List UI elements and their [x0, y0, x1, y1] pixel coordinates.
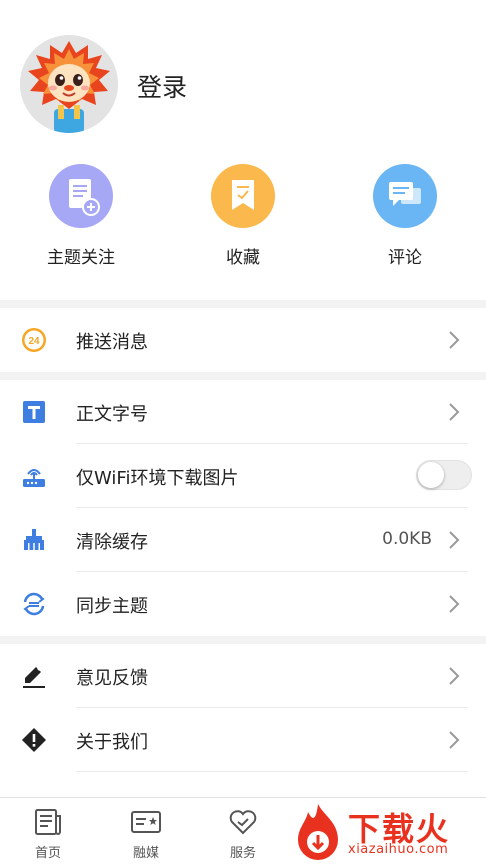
quick-action-favorites[interactable]: 收藏	[183, 160, 303, 268]
menu-row-label: 清除缓存	[76, 532, 148, 553]
tab-label: 融媒	[132, 846, 159, 861]
sync-icon	[23, 592, 45, 616]
menu-row-font-size[interactable]: 正文字号	[0, 380, 486, 444]
section-separator	[0, 300, 486, 308]
push-24-icon: 24	[22, 328, 46, 352]
menu-row-label: 意见反馈	[76, 668, 148, 689]
watermark-subtext: xiazaihuo.com	[348, 842, 449, 857]
bookmark-icon	[211, 164, 275, 228]
menu-row-wifi-only: 仅WiFi环境下载图片	[0, 444, 486, 508]
newspaper-icon	[35, 809, 61, 835]
chevron-right-icon	[449, 531, 460, 549]
menu-row-feedback[interactable]: 意见反馈	[0, 644, 486, 708]
quick-actions: 主题关注 收藏 评论	[0, 160, 486, 300]
media-card-icon	[131, 811, 161, 833]
router-icon	[23, 469, 45, 487]
quick-action-comments[interactable]: 评论	[345, 160, 465, 268]
svg-text:24: 24	[28, 336, 40, 347]
broom-icon	[24, 529, 44, 550]
tab-label: 服务	[229, 846, 256, 861]
quick-action-label: 评论	[388, 248, 422, 268]
chevron-right-icon	[449, 403, 460, 421]
menu-row-sync[interactable]: 同步主题	[0, 572, 486, 636]
quick-action-label: 收藏	[226, 248, 260, 268]
text-size-icon	[23, 401, 45, 423]
profile-header: 登录	[0, 0, 486, 140]
section-separator	[0, 636, 486, 644]
avatar[interactable]	[20, 35, 118, 133]
toggle-knob	[418, 462, 444, 488]
watermark-logo: 下载火 xiazaihuo.com	[286, 800, 486, 864]
menu-row-label: 同步主题	[76, 596, 148, 617]
tab-media[interactable]: 融媒	[111, 798, 181, 864]
heart-service-icon	[229, 810, 257, 835]
flame-logo-icon	[298, 804, 338, 860]
quick-action-label: 主题关注	[47, 248, 115, 268]
row-divider	[76, 771, 468, 772]
info-diamond-icon	[22, 728, 46, 752]
chevron-right-icon	[449, 731, 460, 749]
login-button[interactable]: 登录	[137, 68, 187, 104]
quick-action-subscriptions[interactable]: 主题关注	[21, 160, 141, 268]
menu-row-about[interactable]: 关于我们	[0, 708, 486, 772]
tab-home[interactable]: 首页	[13, 798, 83, 864]
chevron-right-icon	[449, 331, 460, 349]
menu-row-label: 仅WiFi环境下载图片	[76, 468, 239, 489]
lion-mascot-icon	[20, 35, 118, 133]
cache-size-value: 0.0KB	[382, 529, 432, 549]
pencil-icon	[23, 667, 45, 688]
tab-label: 首页	[34, 846, 61, 861]
menu-row-label: 正文字号	[76, 404, 148, 425]
menu-row-clear-cache[interactable]: 清除缓存 0.0KB	[0, 508, 486, 572]
menu-row-push[interactable]: 24 推送消息	[0, 308, 486, 372]
chevron-right-icon	[449, 595, 460, 613]
chat-bubble-icon	[373, 164, 437, 228]
chevron-right-icon	[449, 667, 460, 685]
document-add-icon	[49, 164, 113, 228]
menu-row-label: 关于我们	[76, 732, 148, 753]
tab-services[interactable]: 服务	[208, 798, 278, 864]
menu-row-label: 推送消息	[76, 332, 148, 353]
section-separator	[0, 372, 486, 380]
wifi-only-toggle[interactable]	[416, 460, 472, 490]
